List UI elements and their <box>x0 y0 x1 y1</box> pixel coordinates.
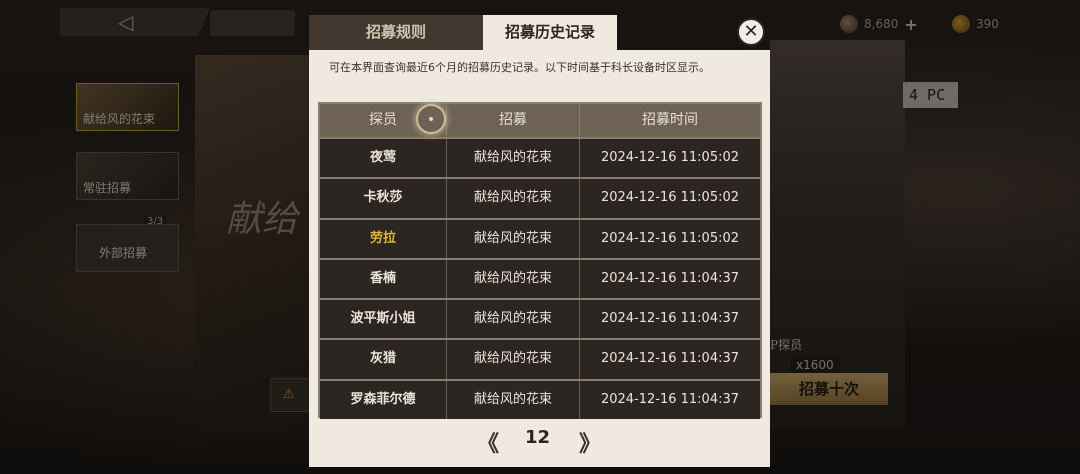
modal-tabs: 招募规则 招募历史记录 ✕ <box>309 15 770 50</box>
table-row: 夜莺 献给风的花束 2024-12-16 11:05:02 <box>320 137 760 178</box>
recruit-pool: 献给风的花束 <box>447 340 580 379</box>
recruit-time: 2024-12-16 11:04:37 <box>600 351 740 367</box>
recruit-history-modal: 招募规则 招募历史记录 ✕ 可在本界面查询最近6个月的招募历史记录。以下时间基于… <box>309 15 770 467</box>
agent-name: 夜莺 <box>320 139 447 178</box>
close-icon[interactable]: ✕ <box>737 18 765 46</box>
table-row: 灰猎 献给风的花束 2024-12-16 11:04:37 <box>320 338 760 379</box>
table-row: 劳拉 献给风的花束 2024-12-16 11:05:02 <box>320 217 760 258</box>
recruit-pool: 献给风的花束 <box>447 380 580 420</box>
recruit-time: 2024-12-16 11:05:02 <box>600 190 740 206</box>
table-row: 卡秋莎 献给风的花束 2024-12-16 11:05:02 <box>320 177 760 218</box>
recruit-pool: 献给风的花束 <box>447 179 580 218</box>
table-header: 探员 招募 招募时间 <box>320 104 760 137</box>
recruit-time: 2024-12-16 11:05:02 <box>600 150 740 165</box>
agent-name: 罗森菲尔德 <box>320 380 447 420</box>
table-row: 波平斯小姐 献给风的花束 2024-12-16 11:04:37 <box>320 298 760 339</box>
table-row: 罗森菲尔德 献给风的花束 2024-12-16 11:04:37 <box>320 378 760 420</box>
prev-page-icon[interactable]: 《 <box>477 426 499 458</box>
table-body: 夜莺 献给风的花束 2024-12-16 11:05:02 卡秋莎 献给风的花束… <box>320 137 760 420</box>
table-row: 香楠 献给风的花束 2024-12-16 11:04:37 <box>320 257 760 299</box>
agent-name: 香楠 <box>320 259 447 299</box>
agent-name: 灰猎 <box>320 340 447 379</box>
header-recruit: 招募 <box>447 104 580 137</box>
page-number: 12 <box>525 427 551 448</box>
recruit-time: 2024-12-16 11:05:02 <box>600 230 740 246</box>
recruit-pool: 献给风的花束 <box>447 219 580 258</box>
touch-cursor-icon <box>416 104 446 134</box>
agent-name-highlighted: 劳拉 <box>320 219 447 258</box>
next-page-icon[interactable]: 》 <box>579 426 601 458</box>
recruit-time: 2024-12-16 11:04:37 <box>600 391 740 407</box>
agent-name: 波平斯小姐 <box>320 300 447 339</box>
recruit-time: 2024-12-16 11:04:37 <box>600 270 740 286</box>
tab-recruit-rules[interactable]: 招募规则 <box>309 15 483 50</box>
recruit-pool: 献给风的花束 <box>447 300 580 339</box>
pagination: 《 12 》 <box>309 422 770 460</box>
recruit-pool: 献给风的花束 <box>447 139 580 178</box>
history-panel: 可在本界面查询最近6个月的招募历史记录。以下时间基于科长设备时区显示。 探员 招… <box>309 50 770 467</box>
header-time: 招募时间 <box>642 112 698 128</box>
recruit-pool: 献给风的花束 <box>447 259 580 299</box>
recruit-time: 2024-12-16 11:04:37 <box>600 311 740 327</box>
history-description: 可在本界面查询最近6个月的招募历史记录。以下时间基于科长设备时区显示。 <box>329 61 710 74</box>
tab-recruit-history[interactable]: 招募历史记录 <box>483 15 617 50</box>
agent-name: 卡秋莎 <box>320 179 447 218</box>
history-table: 探员 招募 招募时间 夜莺 献给风的花束 2024-12-16 11:05:02… <box>318 102 762 420</box>
